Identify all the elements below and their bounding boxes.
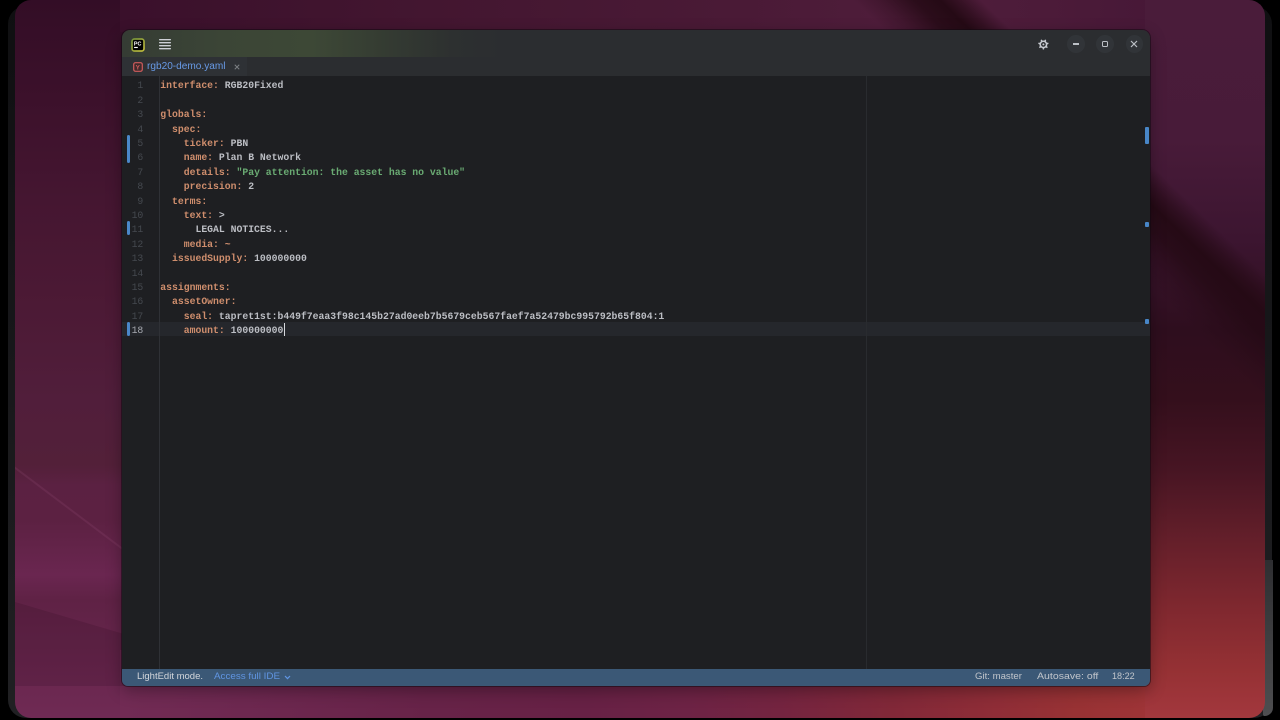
svg-text:Y: Y (135, 65, 140, 72)
svg-text:PC: PC (133, 41, 141, 47)
